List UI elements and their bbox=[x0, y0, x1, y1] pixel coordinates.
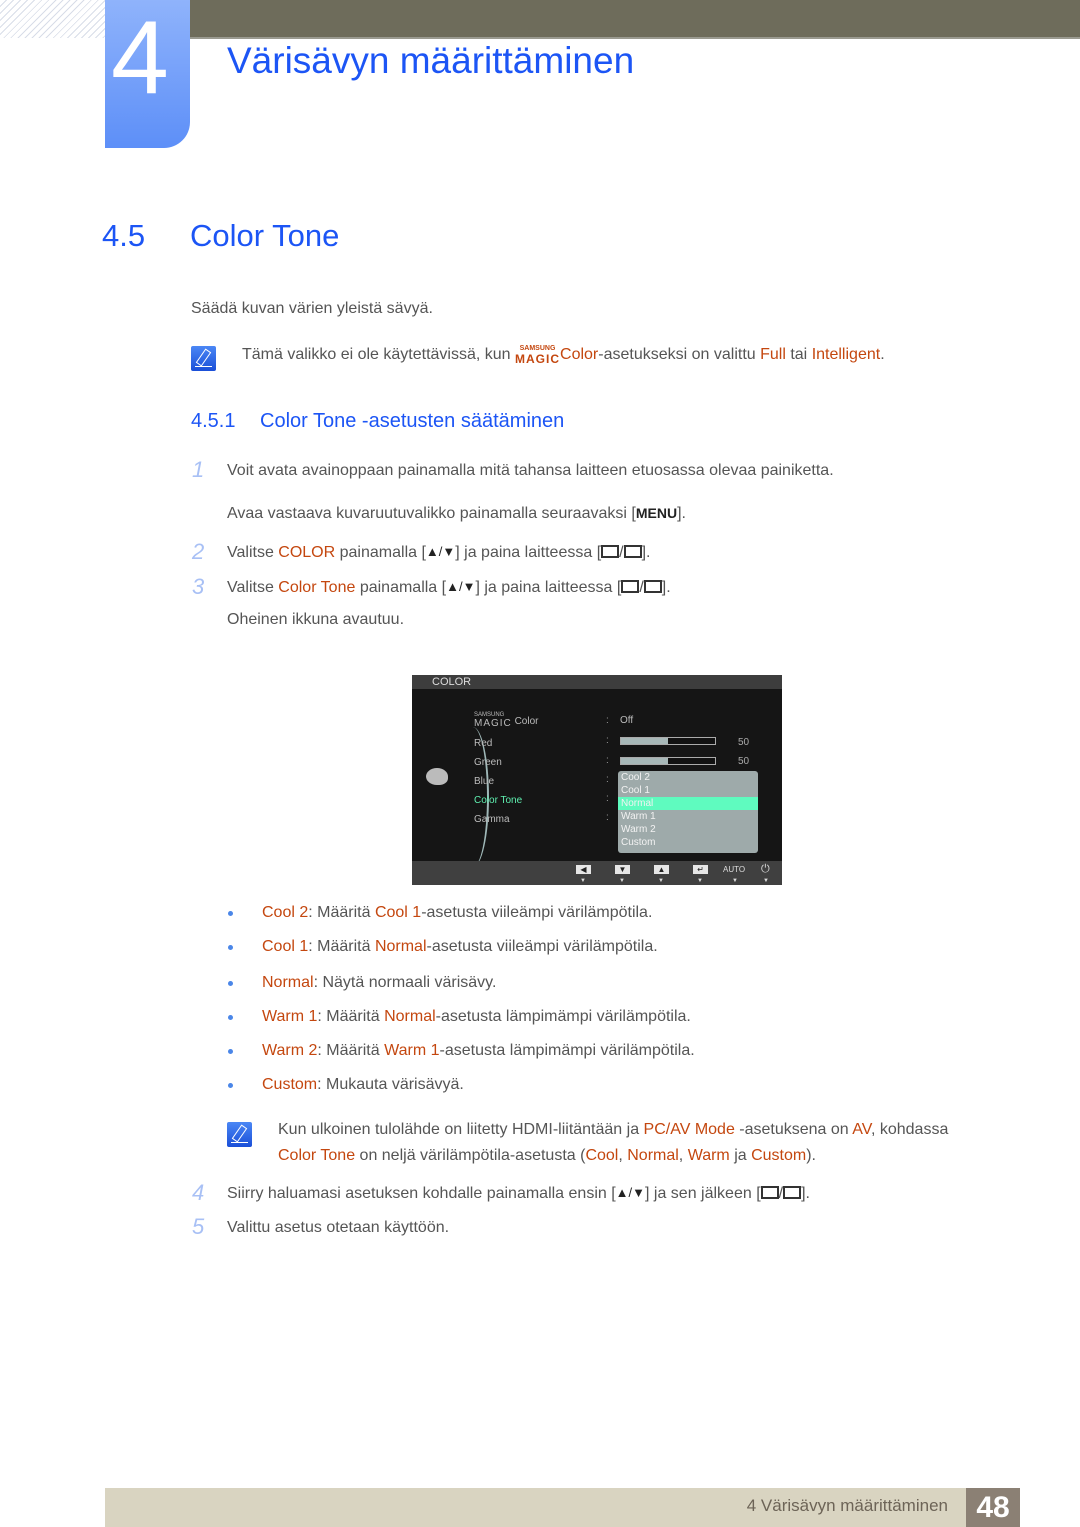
up-down-arrow-icon: ▲/▼ bbox=[615, 1185, 646, 1200]
step-2-highlight: COLOR bbox=[278, 544, 336, 561]
green-slider-fill bbox=[621, 758, 668, 764]
note-2-line-1: Kun ulkoinen tulolähde on liitetty HDMI-… bbox=[278, 1121, 949, 1138]
enter-icon bbox=[623, 545, 642, 558]
intro-text: Säädä kuvan värien yleistä sävyä. bbox=[191, 300, 433, 317]
auto-button[interactable]: AUTO bbox=[723, 865, 745, 874]
step-number-5: 5 bbox=[192, 1214, 205, 1239]
subsection-title-text: Color Tone -asetusten säätäminen bbox=[260, 410, 565, 432]
osd-item-gamma[interactable]: Gamma bbox=[474, 814, 510, 825]
up-button-icon[interactable]: ▲ bbox=[654, 865, 669, 874]
up-down-arrow-icon: ▲/▼ bbox=[446, 579, 476, 594]
note-icon bbox=[227, 1122, 252, 1147]
chapter-number-tab: 4 bbox=[105, 0, 190, 148]
green-value: 50 bbox=[738, 756, 750, 767]
osd-button-bar: ◀ ▼ ▲ ↵ AUTO ⏻ ▼ ▼ ▼ ▼ ▼ ▼ bbox=[412, 861, 782, 885]
note-1-intelligent: Intelligent bbox=[811, 346, 881, 363]
enter-button-icon[interactable]: ↵ bbox=[693, 865, 708, 874]
subsection-number: 4.5.1 bbox=[191, 410, 236, 432]
dropdown-option-warm-1[interactable]: Warm 1 bbox=[618, 810, 758, 823]
red-slider[interactable] bbox=[620, 737, 716, 745]
enter-icon bbox=[643, 580, 662, 593]
step-4-text: Siirry haluamasi asetuksen kohdalle pain… bbox=[227, 1185, 810, 1202]
step-number-2: 2 bbox=[192, 539, 205, 564]
section-number: 4.5 bbox=[102, 218, 146, 253]
menu-key: MENU bbox=[635, 505, 678, 521]
section-title-text: Color Tone bbox=[190, 218, 340, 253]
subsection-title: 4.5.1 Color Tone -asetusten säätäminen bbox=[191, 410, 564, 433]
page-footer: 4 Värisävyn määrittäminen 48 bbox=[105, 1488, 1020, 1527]
step-3-text: Valitse Color Tone painamalla [▲/▼] ja p… bbox=[227, 579, 671, 596]
note-icon bbox=[191, 346, 216, 371]
osd-magic-color-value: Off bbox=[620, 715, 634, 726]
up-down-arrow-icon: ▲/▼ bbox=[425, 544, 456, 559]
step-5-text: Valittu asetus otetaan käyttöön. bbox=[227, 1219, 450, 1236]
page-number: 48 bbox=[966, 1488, 1020, 1527]
red-value: 50 bbox=[738, 737, 750, 748]
chapter-title: Värisävyn määrittäminen bbox=[227, 40, 635, 81]
step-3b-text: Oheinen ikkuna avautuu. bbox=[227, 611, 405, 628]
note-1: Tämä valikko ei ole käytettävissä, kun S… bbox=[242, 345, 885, 366]
power-button-icon[interactable]: ⏻ bbox=[761, 863, 770, 876]
green-slider[interactable] bbox=[620, 757, 716, 765]
header-hatch-pattern bbox=[0, 0, 105, 38]
down-button-icon[interactable]: ▼ bbox=[615, 865, 630, 874]
palette-icon bbox=[426, 768, 448, 785]
footer-chapter-label: 4 Värisävyn määrittäminen bbox=[746, 1496, 948, 1515]
step-number-4: 4 bbox=[192, 1180, 205, 1205]
osd-color-menu: COLOR SAMSUNG MAGIC Color : Off Red : 50 … bbox=[412, 675, 782, 885]
source-enter-icon bbox=[760, 1186, 779, 1199]
step-1b-text: Avaa vastaava kuvaruutuvalikko painamall… bbox=[227, 505, 686, 522]
osd-item-color-tone[interactable]: Color Tone bbox=[474, 795, 522, 806]
step-1-text: Voit avata avainoppaan painamalla mitä t… bbox=[227, 462, 834, 479]
dropdown-option-warm-2[interactable]: Warm 2 bbox=[618, 823, 758, 836]
dropdown-option-custom[interactable]: Custom bbox=[618, 836, 758, 849]
dropdown-option-normal[interactable]: Normal bbox=[618, 797, 758, 810]
samsung-magic-logo: SAMSUNG MAGIC bbox=[515, 345, 561, 366]
step-number-1: 1 bbox=[192, 457, 205, 482]
source-enter-icon bbox=[601, 545, 620, 558]
step-2-text: Valitse COLOR painamalla [▲/▼] ja paina … bbox=[227, 544, 651, 561]
osd-item-green[interactable]: Green bbox=[474, 757, 502, 768]
section-title: 4.5 Color Tone bbox=[102, 218, 339, 254]
left-button-icon[interactable]: ◀ bbox=[576, 865, 591, 874]
osd-item-blue[interactable]: Blue bbox=[474, 776, 494, 787]
step-number-3: 3 bbox=[192, 574, 205, 599]
dropdown-option-cool-1[interactable]: Cool 1 bbox=[618, 784, 758, 797]
header-bar bbox=[190, 0, 1080, 39]
color-tone-dropdown[interactable]: Cool 2 Cool 1 Normal Warm 1 Warm 2 Custo… bbox=[618, 771, 758, 853]
step-3-highlight: Color Tone bbox=[278, 579, 356, 596]
osd-header: COLOR bbox=[412, 675, 782, 689]
note-1-full: Full bbox=[760, 346, 786, 363]
note-1-color: Color bbox=[560, 346, 599, 363]
note-2-line-2: Color Tone on neljä värilämpötila-asetus… bbox=[278, 1147, 816, 1164]
red-slider-fill bbox=[621, 738, 668, 744]
dropdown-option-cool-2[interactable]: Cool 2 bbox=[618, 771, 758, 784]
chapter-number: 4 bbox=[111, 0, 169, 116]
osd-item-magic-color[interactable]: SAMSUNG MAGIC Color bbox=[474, 712, 538, 729]
enter-icon bbox=[783, 1186, 802, 1199]
note-1-text: Tämä valikko ei ole käytettävissä, kun bbox=[242, 346, 516, 363]
source-enter-icon bbox=[621, 580, 640, 593]
osd-item-red[interactable]: Red bbox=[474, 738, 492, 749]
